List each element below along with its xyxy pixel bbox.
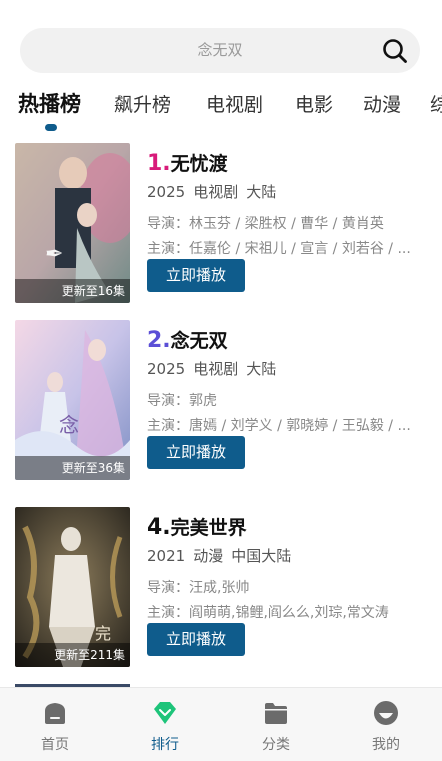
tab-rising[interactable]: 飙升榜 [114,90,171,117]
category-tabs: 热播榜 飙升榜 电视剧 电影 动漫 综 [0,86,442,126]
rank-number: 2. [147,328,171,353]
title-text: 无忧渡 [170,153,228,175]
tab-movie[interactable]: 电影 [295,90,333,117]
item-title[interactable]: 1.无忧渡 [147,149,228,176]
region: 大陆 [246,183,277,201]
poster-image[interactable]: ✒ 更新至16集 [15,143,130,303]
update-badge: 更新至36集 [15,456,130,480]
update-badge: 更新至16集 [15,279,130,303]
folder-icon [265,703,287,724]
search-bar[interactable]: 念无双 [20,28,420,73]
year: 2021 [147,547,186,565]
rank-number: 4. [147,515,171,540]
nav-ranking-label: 排行 [151,737,179,753]
tab-variety[interactable]: 综 [430,90,442,117]
search-input[interactable]: 念无双 [20,28,420,73]
bottom-nav: 首页 排行 分类 我的 [0,687,442,761]
poster-image[interactable]: 完 更新至211集 [15,507,130,667]
rank-number: 1. [147,151,171,176]
nav-home-label: 首页 [41,737,69,753]
director-line: 导演：汪成,张帅 [147,580,250,596]
cast-line: 主演：唐嫣 / 刘学义 / 郭晓婷 / 王弘毅 / ... [147,418,411,434]
year: 2025 [147,183,186,201]
item-meta: 2021 动漫 中国大陆 [147,545,299,566]
genre: 电视剧 [193,183,239,201]
title-text: 完美世界 [170,517,247,539]
ranking-gem-icon [154,702,176,724]
tab-indicator [45,124,57,131]
nav-home[interactable]: 首页 [0,688,110,761]
tab-hot[interactable]: 热播榜 [18,88,81,118]
play-button[interactable]: 立即播放 [147,259,245,292]
item-title[interactable]: 2.念无双 [147,326,228,353]
nav-category[interactable]: 分类 [221,688,331,761]
tab-anime[interactable]: 动漫 [363,90,401,117]
title-text: 念无双 [170,330,228,352]
cast-line: 主演：任嘉伦 / 宋祖儿 / 宣言 / 刘若谷 / ... [147,241,411,257]
item-meta: 2025 电视剧 大陆 [147,181,284,202]
nav-profile-label: 我的 [372,737,400,753]
cast-line: 主演：阎萌萌,锦鲤,阎么么,刘琮,常文涛 [147,605,389,621]
region: 中国大陆 [231,547,292,565]
genre: 动漫 [193,547,224,565]
svg-text:念: 念 [59,413,79,437]
director-line: 导演：郭虎 [147,393,217,409]
region: 大陆 [246,360,277,378]
director-line: 导演：林玉芬 / 梁胜权 / 曹华 / 黄肖英 [147,216,384,232]
nav-category-label: 分类 [262,737,290,753]
genre: 电视剧 [193,360,239,378]
nav-ranking[interactable]: 排行 [110,688,220,761]
tab-tv[interactable]: 电视剧 [206,90,263,117]
svg-text:完: 完 [95,624,111,643]
search-icon[interactable] [382,38,408,64]
update-badge: 更新至211集 [15,643,130,667]
poster-image[interactable]: 念 更新至36集 [15,320,130,480]
item-title[interactable]: 4.完美世界 [147,513,247,540]
play-button[interactable]: 立即播放 [147,436,245,469]
svg-text:✒: ✒ [45,242,63,267]
item-meta: 2025 电视剧 大陆 [147,358,284,379]
play-button[interactable]: 立即播放 [147,623,245,656]
year: 2025 [147,360,186,378]
profile-icon [374,701,398,725]
home-icon [45,703,65,724]
nav-profile[interactable]: 我的 [331,688,441,761]
